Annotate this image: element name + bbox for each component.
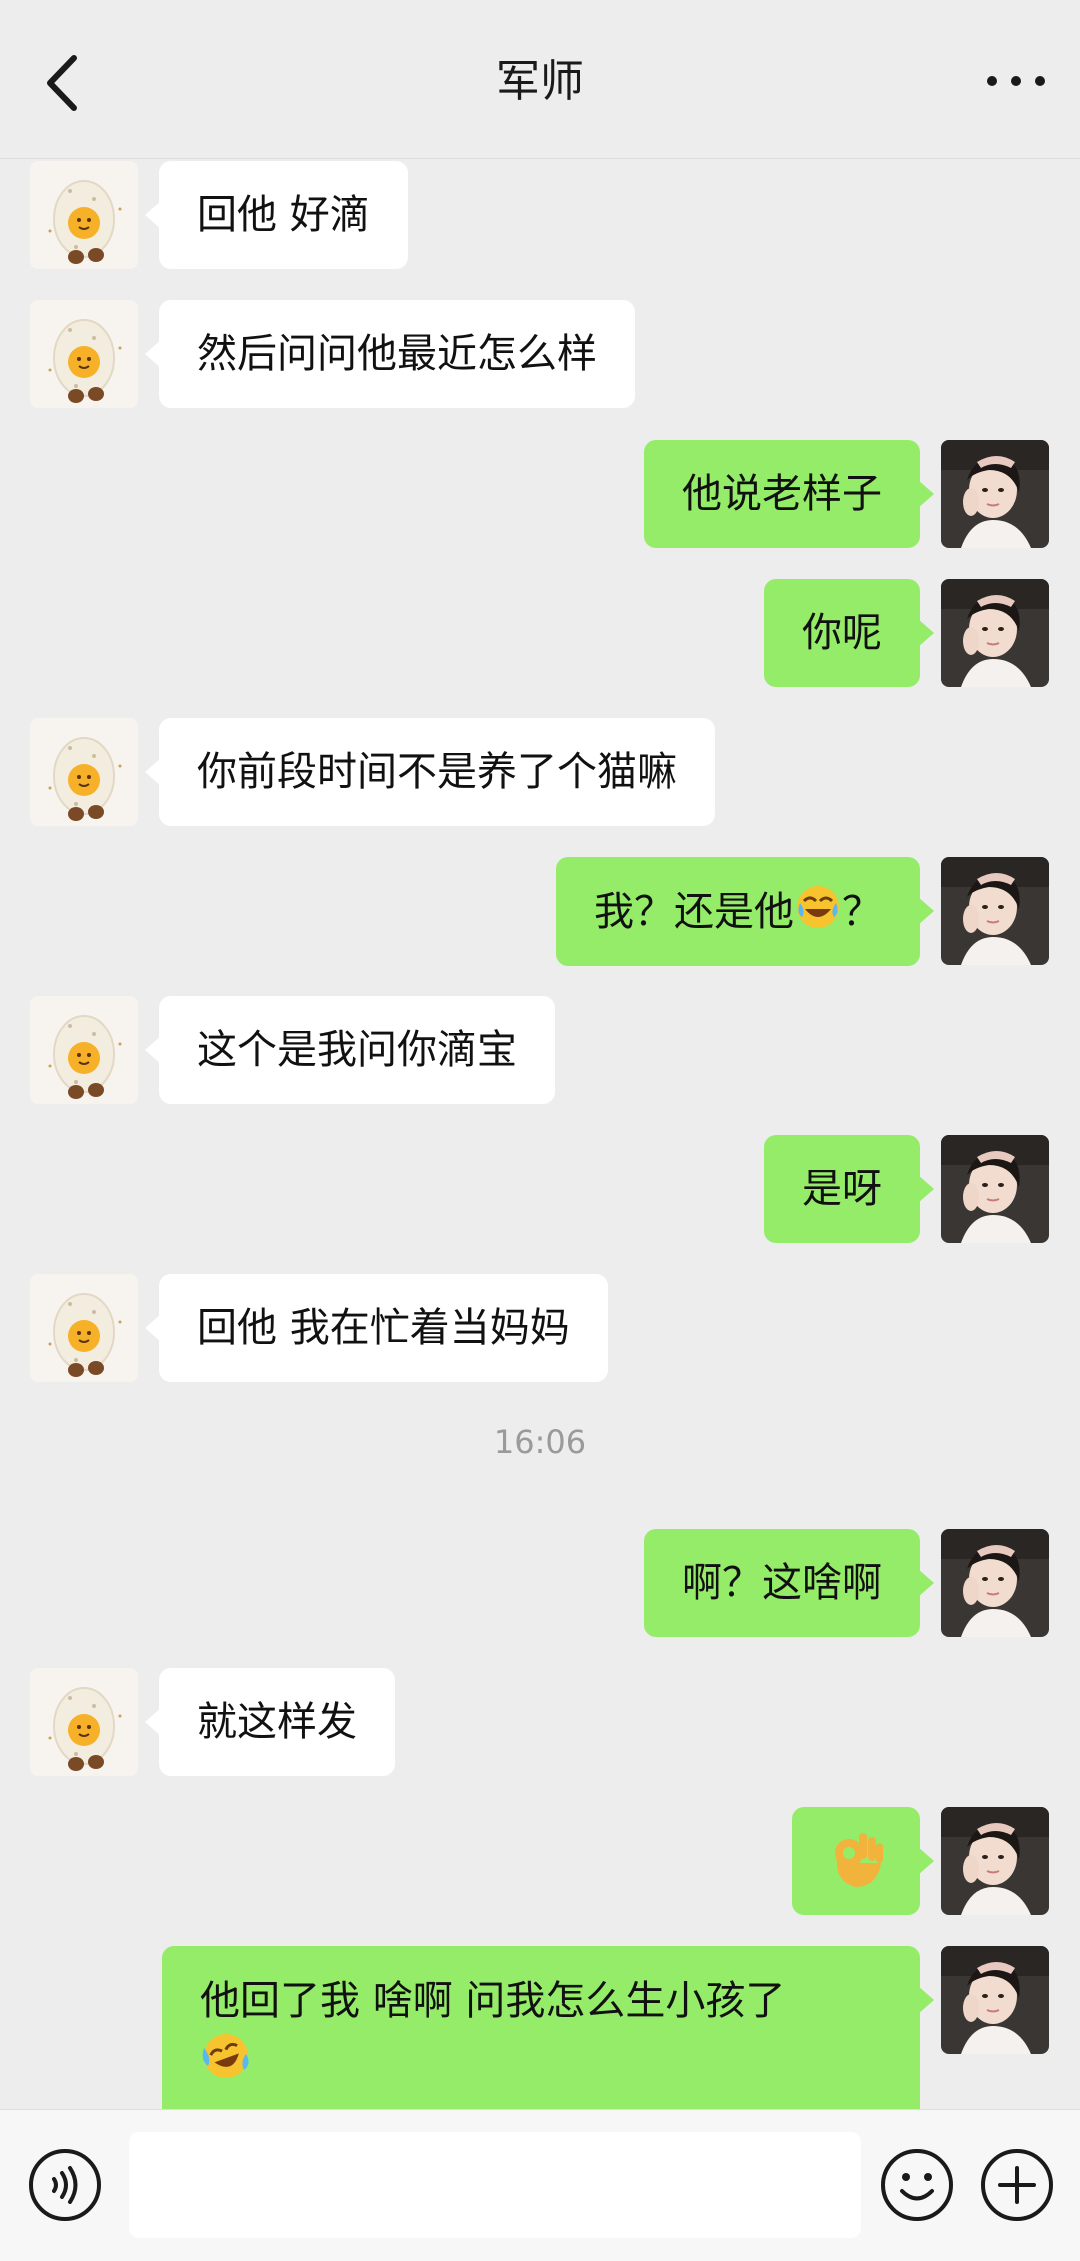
- message-timestamp: 16:06: [493, 1423, 587, 1461]
- message-bubble-incoming[interactable]: 这个是我问你滴宝: [145, 996, 555, 1104]
- user-photo-avatar[interactable]: [941, 1807, 1049, 1915]
- more-options-icon[interactable]: [978, 56, 1054, 106]
- message-bubble-outgoing[interactable]: [792, 1807, 934, 1915]
- message-text: 我？还是他: [594, 889, 794, 935]
- crying-laughing-emoji-icon: [202, 2034, 249, 2078]
- user-photo-avatar[interactable]: [941, 1135, 1049, 1243]
- emoji-icon[interactable]: [878, 2146, 956, 2224]
- message-bubble-outgoing[interactable]: 我？还是他 ？: [556, 857, 934, 966]
- user-photo-avatar[interactable]: [941, 579, 1049, 687]
- egg-avatar[interactable]: [30, 996, 138, 1104]
- egg-avatar[interactable]: [30, 718, 138, 826]
- message-bubble-outgoing[interactable]: 啊？这啥啊: [644, 1529, 934, 1637]
- chat-header: 军师: [0, 0, 1080, 159]
- message-bubble-incoming[interactable]: 回他 我在忙着当妈妈: [145, 1274, 608, 1382]
- user-photo-avatar[interactable]: [941, 857, 1049, 965]
- message-text: ？: [842, 889, 882, 935]
- message-list[interactable]: 回他 好滴 然后问问他最近怎么样 他说老样子 你呢 你前段时间不是养了个猫嘛 我…: [0, 159, 1080, 2109]
- chat-title: 军师: [496, 56, 584, 107]
- message-bubble-outgoing[interactable]: 他说老样子: [644, 440, 934, 548]
- ok-hand-emoji-icon: [835, 1833, 883, 1887]
- user-photo-avatar[interactable]: [941, 1946, 1049, 2054]
- user-photo-avatar[interactable]: [941, 440, 1049, 548]
- egg-avatar[interactable]: [30, 161, 138, 269]
- message-bubble-outgoing[interactable]: 他回了我 啥啊 问我怎么生小孩了: [162, 1946, 934, 2109]
- plus-icon[interactable]: [978, 2146, 1056, 2224]
- message-bubble-incoming[interactable]: 就这样发: [145, 1668, 395, 1776]
- message-bubble-outgoing[interactable]: 是呀: [764, 1135, 934, 1243]
- egg-avatar[interactable]: [30, 300, 138, 408]
- message-input[interactable]: [129, 2132, 861, 2238]
- composer-bar: [0, 2109, 1080, 2261]
- egg-avatar[interactable]: [30, 1274, 138, 1382]
- message-bubble-incoming[interactable]: 然后问问他最近怎么样: [145, 300, 635, 408]
- message-bubble-outgoing[interactable]: 你呢: [764, 579, 934, 687]
- tears-of-joy-emoji-icon: [797, 886, 839, 928]
- egg-avatar[interactable]: [30, 1668, 138, 1776]
- message-text: 他回了我 啥啊 问我怎么生小孩了: [200, 1978, 786, 2024]
- voice-icon[interactable]: [26, 2146, 104, 2224]
- user-photo-avatar[interactable]: [941, 1529, 1049, 1637]
- message-bubble-incoming[interactable]: 你前段时间不是养了个猫嘛: [145, 718, 715, 826]
- message-bubble-incoming[interactable]: 回他 好滴: [145, 161, 408, 269]
